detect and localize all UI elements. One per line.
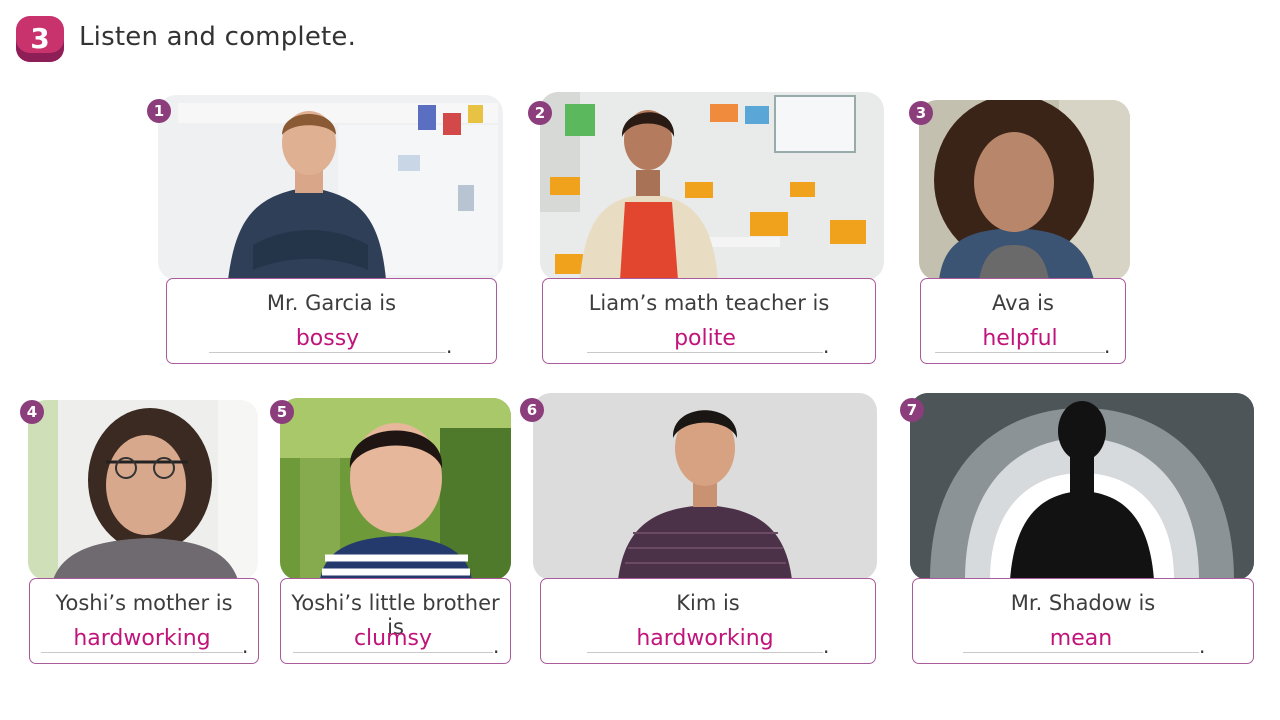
sentence-prompt-4: Yoshi’s mother is — [55, 591, 233, 615]
photo-girl-ava — [919, 100, 1130, 280]
sentence-box-7: Mr. Shadow is mean . — [912, 578, 1254, 664]
sentence-period-4: . — [242, 634, 249, 658]
item-number-6: 6 — [520, 398, 544, 422]
answer-text-5: clumsy — [353, 626, 433, 651]
photo-kim — [533, 393, 877, 580]
answer-text-7: mean — [1049, 626, 1113, 651]
sentence-period-3: . — [1104, 334, 1111, 358]
item-number-1: 1 — [147, 99, 171, 123]
sentence-period-2: . — [823, 334, 830, 358]
answer-text-6: hardworking — [636, 626, 774, 651]
sentence-box-3: Ava is helpful . — [920, 278, 1126, 364]
sentence-box-1: Mr. Garcia is bossy . — [166, 278, 497, 364]
sentence-period-1: . — [446, 334, 453, 358]
answer-text-3: helpful — [982, 326, 1058, 351]
answer-line-2 — [587, 352, 823, 353]
item-number-7: 7 — [900, 398, 924, 422]
answer-text-4: hardworking — [73, 626, 211, 651]
item-number-2: 2 — [528, 101, 552, 125]
photo-yoshi-mother — [28, 400, 258, 580]
item-number-4: 4 — [20, 400, 44, 424]
answer-line-3 — [935, 352, 1105, 353]
sentence-prompt-2: Liam’s math teacher is — [588, 291, 830, 315]
photo-classroom-teacher — [540, 92, 884, 280]
sentence-box-2: Liam’s math teacher is polite . — [542, 278, 876, 364]
answer-line-6 — [587, 652, 823, 653]
sentence-box-5: Yoshi’s little brother is clumsy . — [280, 578, 511, 664]
sentence-period-7: . — [1199, 634, 1206, 658]
item-number-5: 5 — [270, 400, 294, 424]
sentence-period-6: . — [823, 634, 830, 658]
sentence-period-5: . — [493, 634, 500, 658]
sentence-box-6: Kim is hardworking . — [540, 578, 876, 664]
answer-text-1: bossy — [295, 326, 360, 351]
answer-line-1 — [209, 352, 446, 353]
photo-mr-shadow-tunnel — [910, 393, 1254, 580]
answer-line-4 — [41, 652, 243, 653]
sentence-prompt-7: Mr. Shadow is — [1010, 591, 1156, 615]
photo-teacher-man — [158, 95, 503, 280]
sentence-box-4: Yoshi’s mother is hardworking . — [29, 578, 259, 664]
item-number-3: 3 — [909, 101, 933, 125]
instruction-text: Listen and complete. — [79, 22, 357, 52]
sentence-prompt-6: Kim is — [676, 591, 740, 615]
answer-line-7 — [963, 652, 1199, 653]
sentence-prompt-1: Mr. Garcia is — [266, 291, 397, 315]
answer-text-2: polite — [674, 326, 736, 351]
exercise-number: 3 — [30, 22, 50, 55]
photo-yoshi-brother — [280, 398, 511, 580]
answer-line-5 — [293, 652, 493, 653]
sentence-prompt-3: Ava is — [992, 291, 1054, 315]
exercise-number-badge: 3 — [16, 16, 64, 62]
